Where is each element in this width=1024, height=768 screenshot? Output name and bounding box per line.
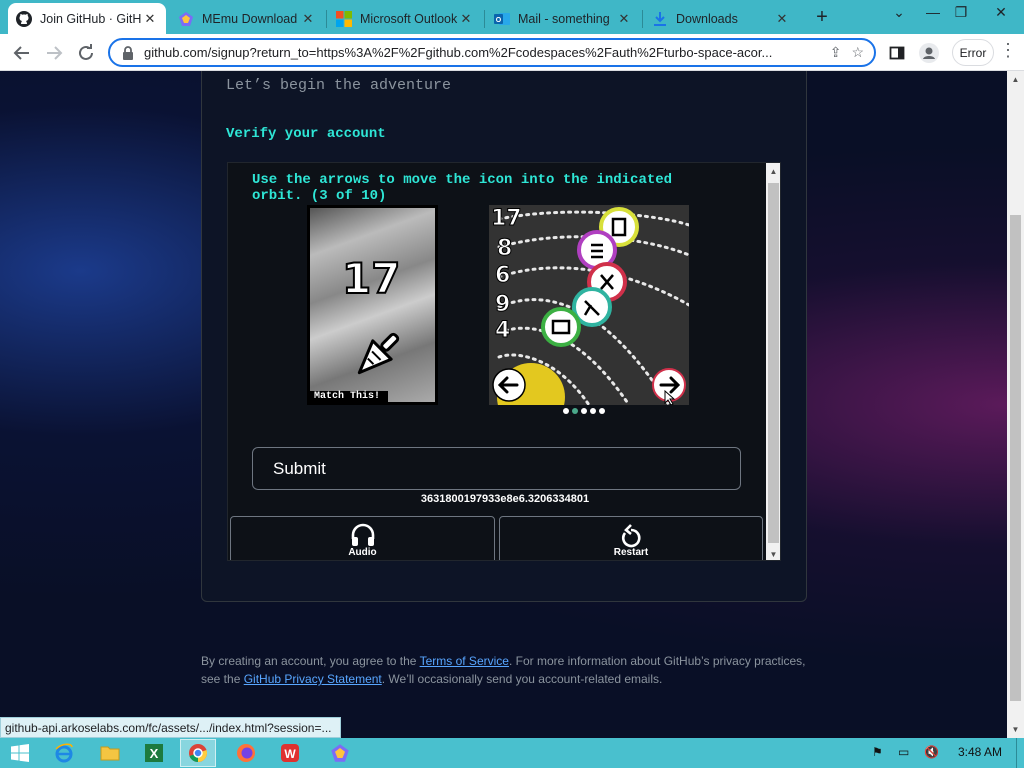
- file-explorer-icon[interactable]: [92, 739, 128, 767]
- reload-button[interactable]: [73, 40, 99, 66]
- step-dot: [563, 408, 569, 414]
- forward-button[interactable]: [41, 40, 67, 66]
- step-dot: [581, 408, 587, 414]
- download-icon: [652, 11, 668, 27]
- start-icon[interactable]: [2, 739, 38, 767]
- outlook-icon: O: [494, 11, 510, 27]
- volume-muted-icon[interactable]: 🔇: [924, 745, 939, 759]
- orbit-number: 6: [495, 263, 510, 288]
- restore-button[interactable]: ❐: [946, 4, 976, 21]
- clock[interactable]: 3:48 AM: [958, 745, 1002, 759]
- privacy-statement-link[interactable]: GitHub Privacy Statement: [244, 672, 382, 686]
- show-desktop-button[interactable]: [1016, 738, 1024, 768]
- new-tab-button[interactable]: +: [810, 6, 834, 29]
- profile-error-button[interactable]: Error: [952, 39, 994, 66]
- firefox-icon[interactable]: [228, 739, 264, 767]
- restart-label: Restart: [613, 547, 649, 558]
- tab-join-github[interactable]: Join GitHub · GitHub ✕: [8, 3, 166, 34]
- page-viewport: Let’s begin the adventure Verify your ac…: [0, 71, 1007, 738]
- close-tab-icon[interactable]: ✕: [300, 11, 316, 27]
- captcha-scrollbar[interactable]: ▲ ▼: [766, 163, 780, 560]
- signup-subtitle: Let’s begin the adventure: [226, 77, 452, 94]
- verify-heading: Verify your account: [226, 126, 386, 142]
- tab-memu-download[interactable]: MEmu Download ✕: [170, 3, 324, 34]
- step-dot: [590, 408, 596, 414]
- orbit-number: 17: [491, 206, 522, 231]
- legal-text: By creating an account, you agree to the…: [201, 652, 811, 688]
- ie-icon[interactable]: [46, 739, 82, 767]
- captcha-frame: Use the arrows to move the icon into the…: [227, 162, 781, 561]
- step-dot-current: [572, 408, 578, 414]
- svg-text:X: X: [150, 746, 159, 761]
- browser-toolbar: github.com/signup?return_to=https%3A%2F%…: [0, 34, 1024, 71]
- match-label: Match This!: [310, 391, 388, 405]
- close-tab-icon[interactable]: ✕: [774, 11, 790, 27]
- orbit-puzzle-image: 17 8 6 9 4: [489, 205, 689, 405]
- menu-kebab-icon[interactable]: ⋮: [998, 40, 1018, 66]
- tab-mail[interactable]: O Mail - something ✕: [486, 3, 640, 34]
- tab-search-icon[interactable]: ⌄: [884, 4, 914, 21]
- microsoft-icon: [336, 10, 352, 27]
- url-text: github.com/signup?return_to=https%3A%2F%…: [144, 45, 773, 60]
- step-indicator: [563, 408, 605, 414]
- session-token: 3631800197933e8e6.3206334801: [420, 493, 590, 505]
- terms-of-service-link[interactable]: Terms of Service: [420, 654, 509, 668]
- audio-label: Audio: [348, 547, 377, 558]
- orbit-number: 9: [495, 292, 510, 317]
- flag-icon[interactable]: ⚑: [872, 745, 883, 759]
- legal-suffix: . We’ll occasionally send you account-re…: [381, 672, 663, 686]
- orbit-number: 4: [495, 318, 510, 343]
- restart-button[interactable]: Restart: [499, 516, 763, 560]
- bookmark-star-icon[interactable]: ☆: [851, 44, 864, 61]
- trowel-icon: [357, 332, 400, 375]
- legal-prefix: By creating an account, you agree to the: [201, 654, 420, 668]
- browser-tab-strip: Join GitHub · GitHub ✕ MEmu Download ✕ M…: [0, 0, 1024, 34]
- back-arrow-icon: [13, 46, 29, 60]
- memu-icon: [178, 11, 194, 27]
- tab-label: Downloads: [676, 11, 738, 26]
- page-scrollbar[interactable]: ▲ ▼: [1007, 71, 1024, 738]
- svg-text:W: W: [284, 747, 296, 761]
- match-number: 17: [341, 253, 401, 304]
- captcha-instruction: Use the arrows to move the icon into the…: [252, 172, 673, 204]
- windows-taskbar: X W ⚑ ▭ 🔇 3:48 AM: [0, 738, 1024, 768]
- tab-label: MEmu Download: [202, 11, 298, 26]
- wps-icon[interactable]: W: [272, 739, 308, 767]
- headphones-icon: [231, 523, 494, 547]
- lock-icon: [122, 45, 136, 60]
- chrome-icon[interactable]: [180, 739, 216, 767]
- network-icon[interactable]: ▭: [898, 745, 909, 759]
- close-tab-icon[interactable]: ✕: [458, 11, 474, 27]
- reload-icon: [79, 44, 93, 60]
- restart-icon: [500, 523, 762, 548]
- close-window-button[interactable]: ✕: [986, 4, 1016, 21]
- tab-label: Microsoft Outlook: [360, 11, 458, 26]
- share-icon[interactable]: ⇪: [830, 44, 842, 61]
- back-button[interactable]: [9, 40, 35, 66]
- address-bar[interactable]: github.com/signup?return_to=https%3A%2F%…: [108, 38, 876, 67]
- sidebar-toggle-icon[interactable]: [884, 40, 910, 66]
- tab-downloads[interactable]: Downloads ✕: [644, 3, 798, 34]
- submit-button[interactable]: Submit: [252, 447, 741, 490]
- close-tab-icon[interactable]: ✕: [142, 11, 158, 27]
- status-bar-url: github-api.arkoselabs.com/fc/assets/.../…: [0, 717, 341, 738]
- close-tab-icon[interactable]: ✕: [616, 11, 632, 27]
- step-dot: [599, 408, 605, 414]
- orbit-number: 8: [497, 236, 512, 261]
- tab-label: Join GitHub · GitHub: [40, 11, 142, 26]
- tab-microsoft-outlook[interactable]: Microsoft Outlook ✕: [328, 3, 482, 34]
- excel-icon[interactable]: X: [136, 739, 172, 767]
- memu-icon[interactable]: [322, 739, 358, 767]
- match-image: 17 Match This!: [307, 205, 438, 405]
- profile-avatar-icon[interactable]: [916, 40, 942, 66]
- github-icon: [16, 10, 32, 27]
- minimize-button[interactable]: —: [918, 4, 948, 20]
- forward-arrow-icon: [47, 46, 63, 60]
- svg-text:O: O: [496, 17, 502, 24]
- tab-label: Mail - something: [518, 11, 610, 26]
- audio-button[interactable]: Audio: [230, 516, 495, 560]
